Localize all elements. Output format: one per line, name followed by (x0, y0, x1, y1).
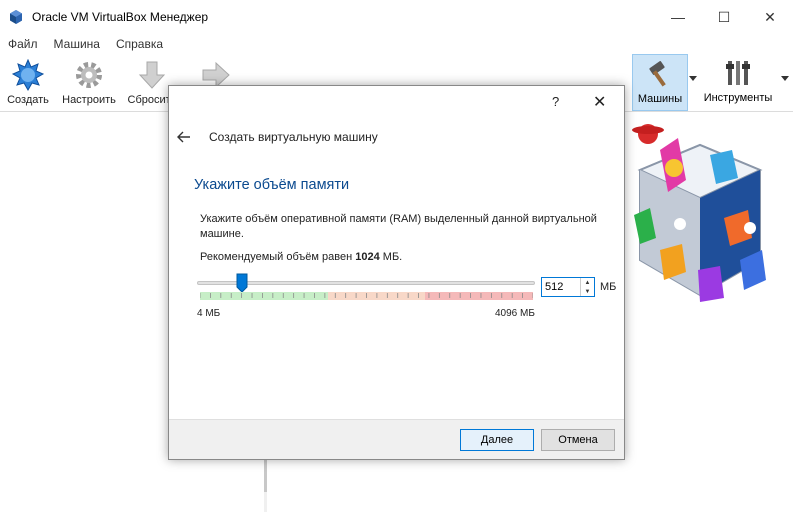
machines-label: Машины (637, 93, 683, 105)
spin-up-icon[interactable]: ▲ (581, 278, 594, 287)
memory-slider-thumb[interactable] (236, 273, 248, 293)
memory-value[interactable]: 512 (542, 278, 580, 296)
back-arrow-icon[interactable] (177, 130, 191, 144)
memory-scale-ticks (200, 293, 533, 298)
minimize-button[interactable]: — (655, 0, 701, 34)
settings-button[interactable]: Настроить (61, 58, 117, 106)
recommended-memory-text: Рекомендуемый объём равен 1024 МБ. (200, 251, 402, 263)
dialog-header: Создать виртуальную машину (177, 130, 378, 144)
machines-dropdown-arrow[interactable] (689, 76, 697, 81)
dialog-footer: Далее Отмена (169, 419, 624, 459)
recommend-prefix: Рекомендуемый объём равен (200, 251, 356, 263)
dialog-heading: Создать виртуальную машину (209, 130, 378, 144)
menu-bar: Файл Машина Справка (0, 34, 793, 54)
window-titlebar: Oracle VM VirtualBox Менеджер — ☐ ✕ (0, 0, 793, 34)
window-title: Oracle VM VirtualBox Менеджер (32, 10, 209, 24)
page-title: Укажите объём памяти (194, 177, 350, 193)
create-vm-dialog: ? ✕ Создать виртуальную машину Укажите о… (168, 85, 625, 460)
recommend-value: 1024 (355, 251, 380, 263)
gear-icon (76, 62, 102, 88)
create-label: Создать (7, 94, 49, 106)
menu-file[interactable]: Файл (8, 37, 38, 51)
tools-label: Инструменты (703, 92, 773, 104)
hammer-icon (649, 61, 666, 87)
help-button[interactable]: ? (552, 94, 559, 109)
spin-down-icon[interactable]: ▼ (581, 287, 594, 296)
tools-icon (726, 61, 750, 85)
memory-spinbox[interactable]: 512 ▲ ▼ (541, 277, 595, 297)
tools-dropdown-arrow[interactable] (781, 76, 789, 81)
machines-tool-button[interactable]: Машины (632, 54, 688, 111)
menu-machine[interactable]: Машина (54, 37, 100, 51)
close-window-button[interactable]: ✕ (747, 0, 793, 34)
next-button[interactable]: Далее (460, 429, 534, 451)
memory-unit-label: МБ (600, 281, 617, 293)
settings-label: Настроить (62, 94, 116, 106)
cancel-button[interactable]: Отмена (541, 429, 615, 451)
create-button[interactable]: Создать (0, 58, 56, 106)
create-star-icon (12, 59, 44, 91)
dialog-titlebar: ? ✕ (169, 86, 624, 118)
maximize-button[interactable]: ☐ (701, 0, 747, 34)
arrow-down-icon (138, 61, 166, 89)
memory-max-label: 4096 МБ (495, 308, 535, 319)
virtualbox-mascot-artwork (632, 124, 766, 302)
memory-description: Укажите объём оперативной памяти (RAM) в… (200, 213, 597, 240)
dialog-close-button[interactable]: ✕ (593, 92, 606, 112)
menu-help[interactable]: Справка (116, 37, 163, 51)
virtualbox-app-icon (10, 10, 22, 24)
memory-slider-track[interactable] (197, 281, 535, 285)
recommend-suffix: МБ. (379, 251, 403, 263)
tools-tool-button[interactable]: Инструменты (700, 54, 776, 111)
memory-min-label: 4 МБ (197, 308, 221, 319)
